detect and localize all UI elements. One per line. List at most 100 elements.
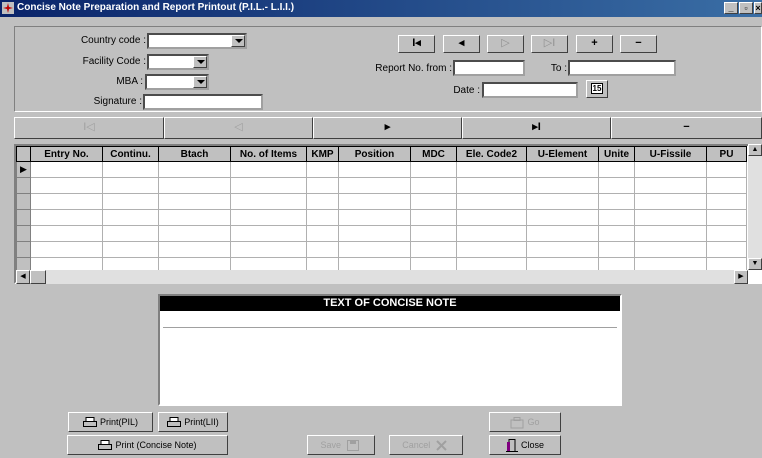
add-record-button[interactable]: + xyxy=(576,35,613,53)
grid-prev-button[interactable]: ◁ xyxy=(164,117,313,139)
date-field[interactable] xyxy=(482,82,578,98)
go-button[interactable]: Go xyxy=(489,412,561,432)
table-cell[interactable] xyxy=(456,225,527,242)
table-cell[interactable] xyxy=(230,209,307,226)
table-cell[interactable] xyxy=(456,241,527,258)
table-cell[interactable] xyxy=(306,161,339,178)
table-cell[interactable] xyxy=(158,161,231,178)
table-cell[interactable] xyxy=(102,193,159,210)
table-cell[interactable] xyxy=(30,209,103,226)
column-header[interactable]: MDC xyxy=(410,146,457,162)
table-cell[interactable] xyxy=(706,209,747,226)
table-cell[interactable] xyxy=(706,241,747,258)
table-cell[interactable] xyxy=(456,161,527,178)
table-row[interactable] xyxy=(16,177,747,194)
table-cell[interactable] xyxy=(706,225,747,242)
column-header[interactable]: Continu. xyxy=(102,146,159,162)
table-cell[interactable] xyxy=(598,225,635,242)
table-cell[interactable] xyxy=(456,209,527,226)
table-row[interactable] xyxy=(16,241,747,258)
chevron-down-icon[interactable] xyxy=(193,56,207,68)
print-pil-button[interactable]: Print(PIL) xyxy=(68,412,153,432)
minimize-button[interactable]: _ xyxy=(724,2,738,14)
table-cell[interactable] xyxy=(706,193,747,210)
close-window-button[interactable]: × xyxy=(754,2,762,14)
column-header[interactable]: Position xyxy=(338,146,411,162)
scroll-down-icon[interactable]: ▼ xyxy=(748,258,762,270)
table-row[interactable] xyxy=(16,193,747,210)
table-row[interactable] xyxy=(16,225,747,242)
table-cell[interactable] xyxy=(598,241,635,258)
table-cell[interactable] xyxy=(102,209,159,226)
table-cell[interactable] xyxy=(102,177,159,194)
table-cell[interactable] xyxy=(158,193,231,210)
next-record-button[interactable]: ▷ xyxy=(487,35,524,53)
grid-next-button[interactable]: ▸ xyxy=(313,117,462,139)
table-cell[interactable] xyxy=(230,161,307,178)
table-cell[interactable] xyxy=(598,177,635,194)
close-button[interactable]: Close xyxy=(489,435,561,455)
table-cell[interactable] xyxy=(410,241,457,258)
column-header[interactable]: KMP xyxy=(306,146,339,162)
table-cell[interactable] xyxy=(456,177,527,194)
table-cell[interactable] xyxy=(338,193,411,210)
table-cell[interactable] xyxy=(230,225,307,242)
column-header[interactable]: Btach xyxy=(158,146,231,162)
table-cell[interactable] xyxy=(306,209,339,226)
calendar-button[interactable]: 15 xyxy=(586,80,608,98)
table-cell[interactable] xyxy=(230,193,307,210)
scroll-thumb[interactable] xyxy=(30,270,46,284)
table-cell[interactable] xyxy=(526,193,599,210)
table-cell[interactable] xyxy=(338,161,411,178)
chevron-down-icon[interactable] xyxy=(231,35,245,47)
row-selector[interactable] xyxy=(16,209,31,226)
table-cell[interactable] xyxy=(30,193,103,210)
column-header[interactable]: Unite xyxy=(598,146,635,162)
table-cell[interactable] xyxy=(338,225,411,242)
table-cell[interactable] xyxy=(306,193,339,210)
grid-delete-button[interactable]: − xyxy=(611,117,762,139)
print-concise-note-button[interactable]: Print (Concise Note) xyxy=(67,435,228,455)
table-cell[interactable] xyxy=(634,225,707,242)
table-cell[interactable] xyxy=(634,193,707,210)
prev-record-button[interactable]: ◂ xyxy=(443,35,480,53)
table-cell[interactable] xyxy=(526,177,599,194)
table-cell[interactable] xyxy=(158,225,231,242)
table-cell[interactable] xyxy=(598,161,635,178)
table-cell[interactable] xyxy=(634,161,707,178)
table-cell[interactable] xyxy=(598,209,635,226)
table-cell[interactable] xyxy=(30,161,103,178)
maximize-button[interactable]: ▫ xyxy=(739,2,753,14)
table-cell[interactable] xyxy=(410,177,457,194)
print-lii-button[interactable]: Print(LII) xyxy=(158,412,228,432)
column-header[interactable]: Entry No. xyxy=(30,146,103,162)
table-cell[interactable] xyxy=(338,241,411,258)
table-cell[interactable] xyxy=(410,225,457,242)
last-record-button[interactable]: ▷I xyxy=(531,35,568,53)
horizontal-scrollbar[interactable]: ◀ ▶ xyxy=(16,270,748,284)
column-header[interactable]: U-Fissile xyxy=(634,146,707,162)
table-cell[interactable] xyxy=(338,209,411,226)
table-cell[interactable] xyxy=(158,177,231,194)
vertical-scrollbar[interactable]: ▲ ▼ xyxy=(748,144,762,270)
table-cell[interactable] xyxy=(102,225,159,242)
first-record-button[interactable]: I◂ xyxy=(398,35,435,53)
table-cell[interactable] xyxy=(30,177,103,194)
table-cell[interactable] xyxy=(526,209,599,226)
chevron-down-icon[interactable] xyxy=(193,76,207,88)
table-cell[interactable] xyxy=(306,177,339,194)
scroll-right-icon[interactable]: ▶ xyxy=(734,270,748,284)
table-row[interactable]: ▶ xyxy=(16,161,747,178)
table-cell[interactable] xyxy=(526,161,599,178)
column-header[interactable]: U-Element xyxy=(526,146,599,162)
table-cell[interactable] xyxy=(158,241,231,258)
row-selector[interactable]: ▶ xyxy=(16,161,31,178)
column-header[interactable]: No. of Items xyxy=(230,146,307,162)
table-cell[interactable] xyxy=(306,241,339,258)
column-header[interactable]: Ele. Code2 xyxy=(456,146,527,162)
table-row[interactable] xyxy=(16,209,747,226)
mba-select[interactable] xyxy=(145,74,209,90)
table-cell[interactable] xyxy=(456,193,527,210)
country-code-select[interactable] xyxy=(147,33,247,49)
column-header[interactable]: PU xyxy=(706,146,747,162)
